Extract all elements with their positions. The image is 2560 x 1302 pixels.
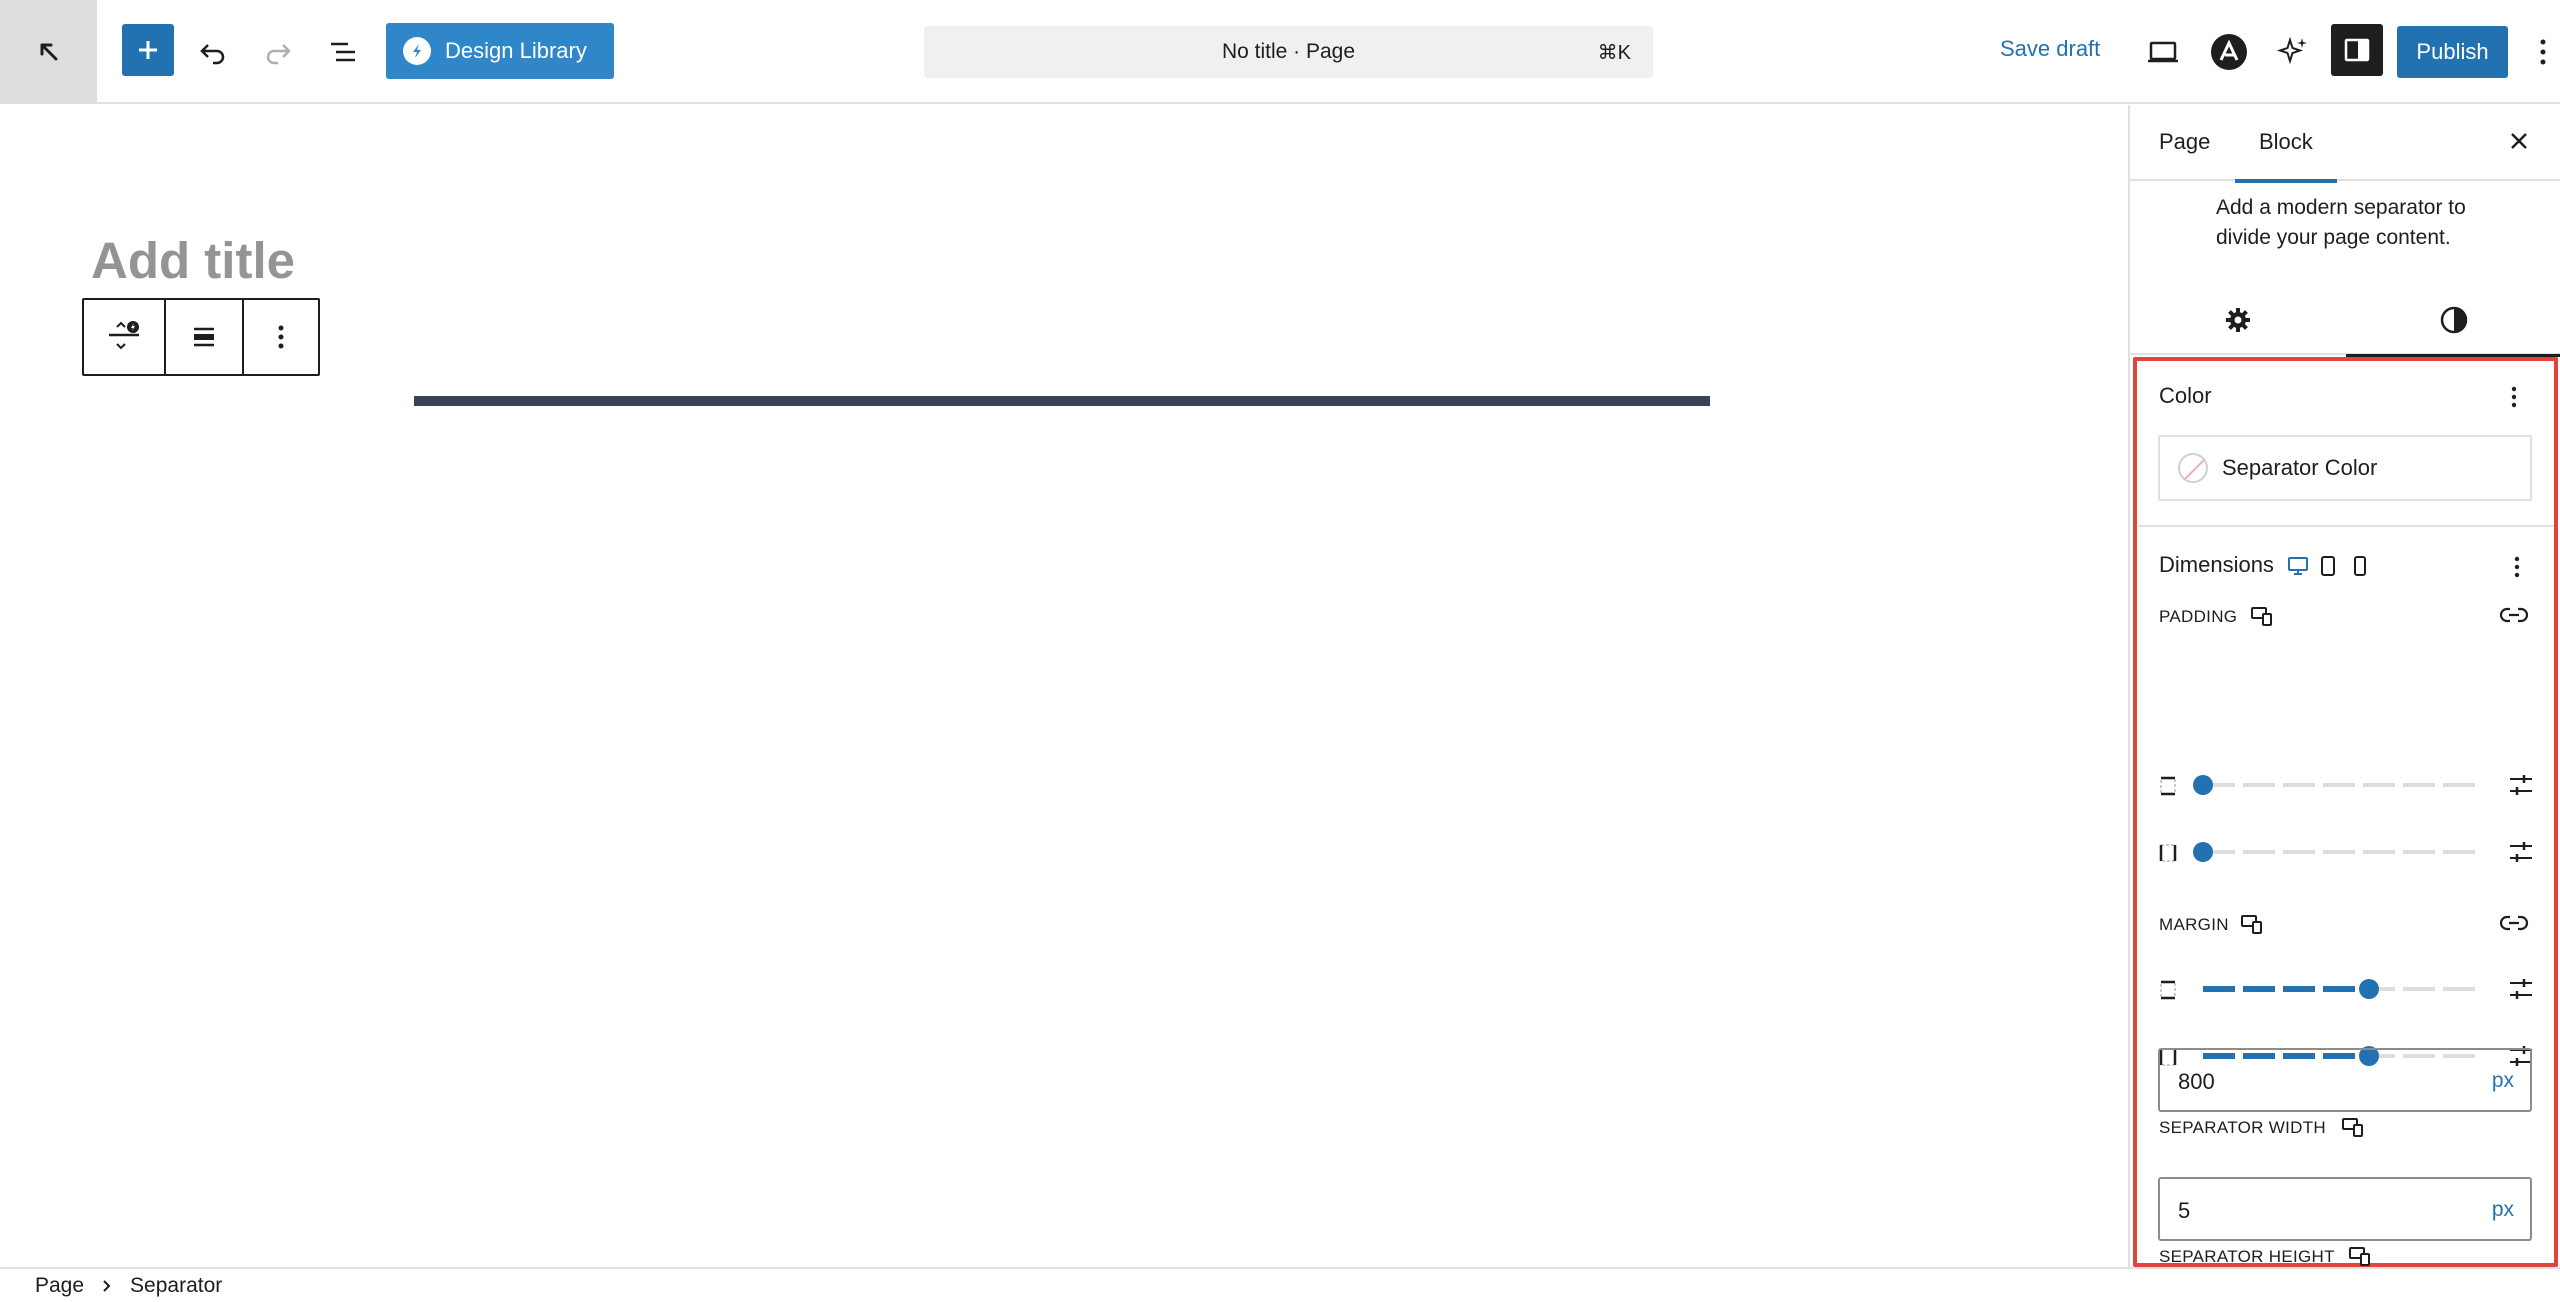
link-sides-icon[interactable] — [2498, 603, 2530, 627]
breadcrumb-page[interactable]: Page — [35, 1274, 84, 1298]
add-block-button[interactable] — [122, 24, 174, 76]
padding-vertical-slider[interactable] — [2158, 770, 2534, 800]
breadcrumb-separator[interactable]: Separator — [130, 1274, 222, 1298]
align-full-icon — [194, 327, 214, 347]
design-library-label: Design Library — [445, 38, 587, 63]
gear-icon — [2226, 308, 2250, 332]
separator-color-picker[interactable]: Separator Color — [2158, 435, 2532, 501]
redo-icon — [266, 44, 291, 65]
ai-assistant-button[interactable] — [2265, 24, 2321, 80]
chevron-right-icon — [103, 1279, 111, 1292]
panel-divider — [2138, 525, 2554, 527]
slider-fill — [2203, 986, 2369, 992]
half-circle-contrast-icon — [2440, 306, 2468, 334]
custom-value-settings-icon[interactable] — [2508, 839, 2534, 865]
sparkles-icon — [2276, 36, 2307, 65]
separator-height-input[interactable]: 5 px — [2158, 1177, 2532, 1241]
custom-value-settings-icon[interactable] — [2508, 772, 2534, 798]
vertical-ellipsis-icon — [2511, 386, 2517, 408]
unit-selector[interactable]: px — [2492, 1069, 2514, 1093]
command-shortcut: ⌘K — [1597, 41, 1631, 64]
slider-track — [2203, 783, 2479, 787]
color-panel-options-button[interactable] — [2504, 379, 2524, 415]
padding-label: PADDING — [2159, 607, 2238, 626]
responsive-toggle-icon[interactable] — [2250, 605, 2274, 627]
block-options-button[interactable] — [242, 300, 318, 374]
desktop-device-icon[interactable] — [2287, 556, 2309, 576]
responsive-toggle-icon[interactable] — [2240, 913, 2264, 935]
separator-block[interactable] — [414, 396, 1710, 406]
mobile-device-icon[interactable] — [2353, 555, 2367, 577]
padding-horizontal-slider[interactable] — [2158, 837, 2534, 867]
margin-vertical-slider[interactable] — [2158, 974, 2534, 1004]
left-right-side-icon — [2159, 844, 2177, 862]
margin-label: MARGIN — [2159, 915, 2229, 934]
separator-height-value: 5 — [2178, 1198, 2191, 1223]
document-overview-button[interactable] — [315, 24, 371, 80]
top-bottom-side-icon — [2160, 980, 2176, 1000]
options-menu-button[interactable] — [2526, 24, 2560, 80]
slider-thumb[interactable] — [2193, 842, 2213, 862]
slider-thumb[interactable] — [2358, 979, 2379, 999]
top-toolbar: Design Library No title · Page ⌘K Save d… — [0, 0, 2560, 104]
inspector-subtabs — [2130, 285, 2560, 357]
dimensions-panel-options-button[interactable] — [2507, 549, 2527, 585]
block-toolbar — [82, 298, 320, 376]
unit-selector[interactable]: px — [2492, 1198, 2514, 1222]
responsive-toggle-icon[interactable] — [2348, 1245, 2372, 1267]
editor-canvas: Add title — [0, 105, 2128, 1267]
tab-styles[interactable] — [2346, 285, 2560, 357]
tab-settings[interactable] — [2130, 285, 2346, 355]
vertical-ellipsis-icon — [2514, 556, 2520, 578]
empty-color-swatch — [2178, 453, 2208, 483]
plus-icon — [139, 41, 157, 59]
link-sides-icon[interactable] — [2498, 911, 2530, 935]
breadcrumb: Page Separator — [0, 1267, 2560, 1302]
separator-width-input[interactable]: 800 px — [2158, 1048, 2532, 1112]
settings-sidebar-toggle[interactable] — [2331, 24, 2383, 76]
undo-button[interactable] — [185, 24, 241, 80]
vertical-ellipsis-icon — [2540, 39, 2546, 65]
block-description: Add a modern separator to divide your pa… — [2216, 196, 2466, 249]
preview-button[interactable] — [2135, 24, 2191, 80]
undo-icon — [200, 44, 225, 65]
align-button[interactable] — [164, 300, 242, 374]
settings-sidebar: Page Block Add a modern separator to div… — [2128, 105, 2560, 1267]
dimensions-panel-title[interactable]: Dimensions — [2159, 552, 2274, 578]
command-palette-bar[interactable]: No title · Page ⌘K — [924, 26, 1653, 78]
vertical-ellipsis-icon — [278, 325, 284, 349]
separator-width-label: SEPARATOR WIDTH — [2159, 1118, 2326, 1137]
save-draft-button[interactable]: Save draft — [2000, 36, 2100, 62]
list-view-icon — [331, 42, 355, 62]
back-to-dashboard-button[interactable] — [0, 0, 97, 104]
close-sidebar-button[interactable] — [2501, 123, 2537, 159]
slider-thumb[interactable] — [2193, 775, 2213, 795]
tablet-device-icon[interactable] — [2320, 555, 2336, 577]
astra-logo-icon — [2211, 34, 2247, 70]
astra-settings-button[interactable] — [2201, 24, 2257, 80]
tab-block[interactable]: Block — [2235, 129, 2337, 183]
separator-width-value: 800 — [2178, 1069, 2215, 1094]
separator-color-label: Separator Color — [2222, 455, 2378, 480]
desktop-preview-icon — [2148, 41, 2178, 63]
color-panel-title[interactable]: Color — [2159, 383, 2212, 409]
sidebar-icon — [2344, 38, 2370, 62]
publish-button[interactable]: Publish — [2397, 26, 2508, 78]
custom-value-settings-icon[interactable] — [2508, 976, 2534, 1002]
tab-page[interactable]: Page — [2159, 129, 2210, 155]
sidebar-tabs: Page Block — [2130, 105, 2560, 183]
block-type-switcher[interactable] — [84, 300, 164, 374]
design-library-button[interactable]: Design Library — [386, 23, 614, 79]
separator-block-icon — [109, 321, 139, 350]
document-title: No title · Page — [1221, 40, 1356, 63]
stackable-logo-icon — [403, 37, 431, 65]
redo-button[interactable] — [250, 24, 306, 80]
responsive-toggle-icon[interactable] — [2341, 1116, 2365, 1138]
post-title-field[interactable]: Add title — [91, 231, 295, 290]
separator-height-label: SEPARATOR HEIGHT — [2159, 1247, 2335, 1266]
top-bottom-side-icon — [2160, 776, 2176, 796]
arrow-up-left-icon — [40, 43, 57, 61]
close-icon — [2511, 133, 2527, 149]
slider-track — [2203, 850, 2479, 854]
